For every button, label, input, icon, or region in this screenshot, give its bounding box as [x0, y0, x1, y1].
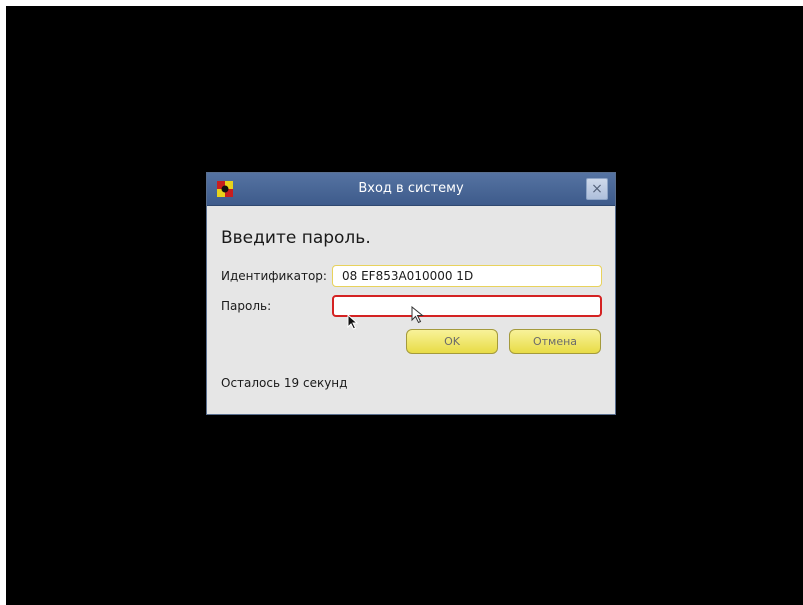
dialog-titlebar[interactable]: Вход в систему ×: [207, 173, 615, 206]
close-icon: ×: [591, 181, 603, 197]
password-label: Пароль:: [221, 299, 272, 313]
login-dialog: Вход в систему × Введите пароль. Идентиф…: [206, 172, 616, 415]
close-button[interactable]: ×: [586, 178, 608, 200]
password-field[interactable]: [332, 295, 602, 317]
dialog-heading: Введите пароль.: [221, 228, 371, 248]
identifier-field[interactable]: 08 EF853A010000 1D: [332, 265, 602, 287]
countdown-text: Осталось 19 секунд: [221, 376, 348, 390]
mouse-pointer-icon: [347, 314, 359, 330]
hollow-pointer-icon: [411, 306, 424, 324]
cancel-button[interactable]: Отмена: [509, 329, 601, 354]
dialog-title: Вход в систему: [358, 181, 464, 196]
identifier-label: Идентификатор:: [221, 269, 327, 283]
ok-button[interactable]: OK: [406, 329, 498, 354]
